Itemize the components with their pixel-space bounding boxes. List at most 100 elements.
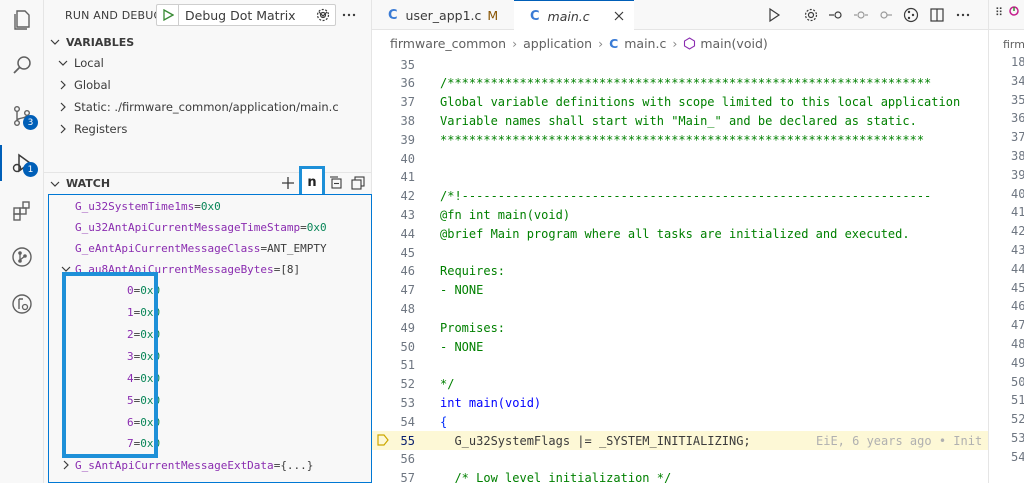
variables-item-registers[interactable]: Registers xyxy=(44,118,372,140)
line-number: 54 xyxy=(400,414,415,429)
code-line[interactable]: 40 xyxy=(372,149,988,168)
split-editor-icon[interactable] xyxy=(928,6,946,24)
tab-user-app1[interactable]: C user_app1.c M xyxy=(372,0,514,30)
code-area[interactable]: 35 36 /***********************************… xyxy=(372,55,988,483)
secondary-line-number: 40 xyxy=(1011,186,1024,201)
source-control-icon[interactable]: 3 xyxy=(0,98,44,134)
gear-icon[interactable] xyxy=(314,6,332,24)
line-number: 45 xyxy=(400,245,415,260)
step-over-icon[interactable] xyxy=(827,6,845,24)
code-line[interactable]: 42 /*!-----------------------------------… xyxy=(372,187,988,206)
chevron-right-icon xyxy=(60,80,66,90)
close-icon[interactable] xyxy=(614,9,624,24)
code-line[interactable]: 43 @fn int main(void) xyxy=(372,205,988,224)
line-number: 56 xyxy=(400,452,415,467)
more-actions-icon[interactable] xyxy=(340,6,358,24)
variables-item-label: Local xyxy=(74,56,104,70)
code-line[interactable]: 52 */ xyxy=(372,375,988,394)
chevron-right-icon: › xyxy=(672,35,678,51)
code-line[interactable]: 57 /* Low level initialization */ xyxy=(372,469,988,483)
code-line[interactable]: 55 G_u32SystemFlags |= _SYSTEM_INITIALIZ… xyxy=(372,431,988,450)
git-blame-annotation: EiE, 6 years ago • Init xyxy=(816,433,983,448)
code-line[interactable]: 51 xyxy=(372,356,988,375)
code-text: G_u32SystemFlags |= _SYSTEM_INITIALIZING… xyxy=(440,433,751,448)
variables-item-global[interactable]: Global xyxy=(44,74,372,96)
code-line[interactable]: 56 xyxy=(372,450,988,469)
variables-item-local[interactable]: Local xyxy=(44,52,372,74)
breadcrumb-item[interactable]: main.c xyxy=(624,36,666,51)
function-icon xyxy=(684,36,696,50)
remove-all-icon[interactable] xyxy=(349,174,367,192)
collapse-all-icon[interactable] xyxy=(327,174,345,192)
code-line[interactable]: 50 - NONE xyxy=(372,337,988,356)
code-line[interactable]: 46 Requires: xyxy=(372,262,988,281)
tab-bar: C user_app1.c M C main.c xyxy=(372,0,988,31)
watch-value: 0x0 xyxy=(200,199,221,213)
editor: C user_app1.c M C main.c firmware_common… xyxy=(372,0,988,483)
secondary-line-number: 18 xyxy=(1011,55,1024,69)
line-number: 52 xyxy=(400,377,415,392)
line-number: 53 xyxy=(400,395,415,410)
tab-label: user_app1.c xyxy=(405,7,482,23)
more-actions-icon[interactable] xyxy=(954,6,972,24)
git-graph-icon[interactable] xyxy=(902,6,920,24)
add-expression-icon[interactable] xyxy=(279,174,297,192)
code-line[interactable]: 45 xyxy=(372,243,988,262)
search-icon[interactable] xyxy=(0,48,44,84)
breadcrumb-item[interactable]: application xyxy=(523,36,592,51)
secondary-toolbar: ⠿ xyxy=(989,0,1024,30)
start-debugging-icon[interactable] xyxy=(157,5,179,25)
gear-icon[interactable] xyxy=(802,6,820,24)
code-text: @fn int main(void) xyxy=(440,207,571,222)
line-number: 40 xyxy=(400,151,415,166)
chevron-down-icon xyxy=(50,39,60,45)
c-file-icon: C xyxy=(609,35,619,51)
code-line[interactable]: 44 @brief Main program where all tasks ar… xyxy=(372,224,988,243)
secondary-line-number: 34 xyxy=(1011,73,1024,88)
variables-item-static[interactable]: Static: ./firmware_common/application/ma… xyxy=(44,96,372,118)
drag-handle-icon[interactable]: ⠿ xyxy=(995,6,1003,19)
code-line[interactable]: 53 int main(void) xyxy=(372,393,988,412)
code-text: Promises: xyxy=(440,320,506,335)
breadcrumb-item[interactable]: main(void) xyxy=(700,36,767,51)
activity-bar: 3 1 xyxy=(0,0,44,483)
variables-section-header[interactable]: VARIABLES xyxy=(44,31,372,53)
code-line[interactable]: 48 xyxy=(372,299,988,318)
code-line[interactable]: 47 - NONE xyxy=(372,281,988,300)
step-into-icon[interactable] xyxy=(852,6,870,24)
secondary-line-number: 41 xyxy=(1011,205,1024,220)
explorer-icon[interactable] xyxy=(0,2,44,38)
chevron-right-icon xyxy=(63,460,69,470)
tab-main-c[interactable]: C main.c xyxy=(514,0,634,31)
code-line[interactable]: 37 Global variable definitions with scope… xyxy=(372,93,988,112)
git-graph-icon[interactable] xyxy=(0,239,44,275)
code-line[interactable]: 54 { xyxy=(372,412,988,431)
debug-stackframe-icon xyxy=(377,434,389,449)
line-number: 47 xyxy=(400,283,415,298)
watch-item[interactable]: G_u32SystemTime1ms = 0x0 xyxy=(49,195,371,217)
step-out-icon[interactable] xyxy=(876,6,894,24)
extensions-icon[interactable] xyxy=(0,193,44,229)
code-line[interactable]: 41 xyxy=(372,168,988,187)
code-text: /* Low level initialization */ xyxy=(440,471,672,483)
run-debug-icon[interactable]: 1 xyxy=(0,145,44,181)
code-text: */ xyxy=(440,377,455,392)
debug-toolbar-icon[interactable] xyxy=(1007,3,1021,22)
code-line[interactable]: 39 **************************************… xyxy=(372,130,988,149)
secondary-line-number: 52 xyxy=(1011,412,1024,427)
debug-config-dropdown[interactable]: Debug Dot Matrix xyxy=(156,4,336,26)
code-line[interactable]: 36 /*************************************… xyxy=(372,74,988,93)
line-number: 38 xyxy=(400,113,415,128)
debug-continue-icon[interactable] xyxy=(765,6,783,24)
breadcrumb-item[interactable]: firmware_common xyxy=(390,36,506,51)
code-line[interactable]: 49 Promises: xyxy=(372,318,988,337)
code-line[interactable]: 35 xyxy=(372,55,988,74)
remote-explorer-icon[interactable] xyxy=(0,286,44,322)
code-line[interactable]: 38 Variable names shall start with "Main_… xyxy=(372,111,988,130)
code-text: Global variable definitions with scope l… xyxy=(440,95,961,110)
watch-item[interactable]: G_u32AntApiCurrentMessageTimeStamp = 0x0 xyxy=(49,216,371,238)
line-number: 35 xyxy=(400,57,415,72)
secondary-line-number: 44 xyxy=(1011,261,1024,276)
code-text: - NONE xyxy=(440,339,484,354)
watch-item[interactable]: G_eAntApiCurrentMessageClass = ANT_EMPTY xyxy=(49,237,371,259)
